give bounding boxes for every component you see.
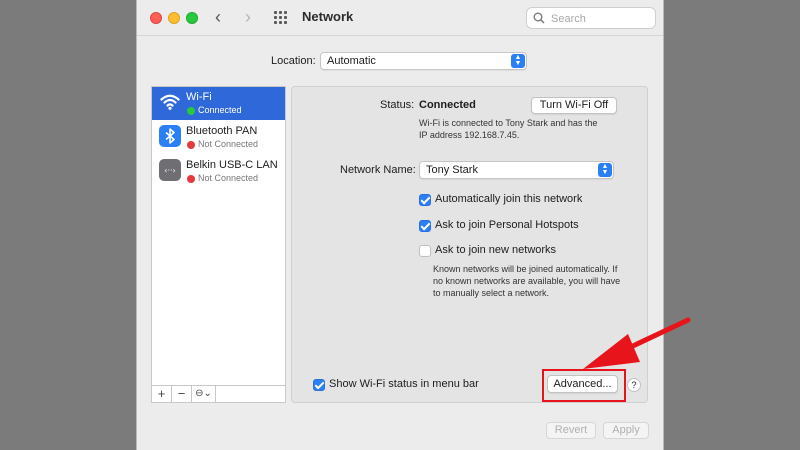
annotation-arrow-icon bbox=[583, 317, 691, 369]
screen: ‹ › Network Location: Automatic ▲▼ bbox=[0, 0, 800, 450]
